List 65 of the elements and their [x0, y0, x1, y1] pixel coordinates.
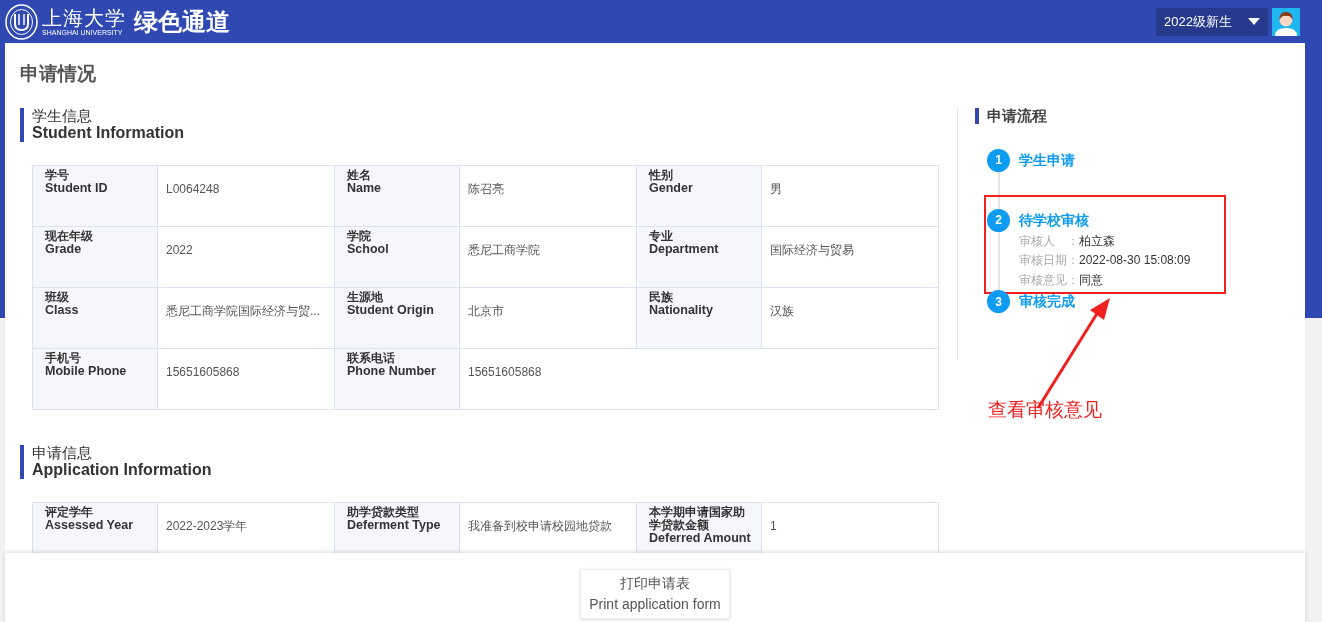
label-text: 学院	[347, 229, 372, 243]
label-text: 民族	[649, 290, 674, 304]
label-text: Deferred Amount	[649, 531, 752, 545]
label-text: 手机号	[45, 351, 82, 365]
step-number: 2	[987, 208, 1010, 232]
step-title: 审核完成	[1019, 293, 1075, 312]
label-text: Department	[649, 242, 720, 256]
label-text: 班级	[45, 290, 70, 304]
label-text: Assessed Year	[45, 518, 135, 532]
value-cell: 悉尼工商学院	[459, 226, 637, 288]
page-title: 申请情况	[20, 63, 97, 86]
label-text: Class	[45, 303, 80, 317]
app-title: 绿色通道	[134, 6, 230, 37]
label-text: 姓名	[347, 168, 372, 182]
label-text: 联系电话	[347, 351, 396, 365]
label-text: Grade	[45, 242, 82, 256]
label-text: Student Origin	[347, 303, 435, 317]
label-text: Student ID	[45, 181, 109, 195]
user-menu[interactable]: 2022级新生	[1156, 7, 1268, 36]
caret-icon	[1248, 18, 1260, 25]
label-text: Mobile Phone	[45, 364, 128, 378]
emblem-icon	[5, 3, 38, 40]
label-text: Name	[347, 181, 383, 195]
label-text: 学号	[45, 168, 70, 182]
detail-value: 2022-08-30 15:08:09	[1079, 253, 1191, 268]
detail-label: 审核日期：	[1019, 253, 1079, 268]
section-title: 学生信息	[32, 107, 93, 124]
detail-value: 同意	[1079, 272, 1103, 287]
value-cell: 陈召亮	[459, 165, 637, 227]
detail-label: 审核意见：	[1019, 272, 1079, 287]
label-text: Deferment Type	[347, 518, 442, 532]
process-title: 申请流程	[975, 107, 1257, 124]
step-number: 1	[987, 148, 1010, 172]
label-text: School	[347, 242, 390, 256]
label-text: 性别	[649, 168, 674, 182]
label-text: Nationality	[649, 303, 714, 317]
value-cell: 国际经济与贸易	[761, 226, 939, 288]
value-cell: 悉尼工商学院国际经济与贸...	[157, 287, 335, 349]
label-text: 评定学年	[45, 505, 94, 519]
label-text: 生源地	[347, 290, 384, 304]
value-cell: 男	[761, 165, 939, 227]
detail-value: 柏立森	[1079, 233, 1115, 248]
avatar-icon[interactable]	[1272, 7, 1300, 36]
label-text: 助学贷款类型	[347, 505, 420, 519]
label-text: 专业	[649, 229, 674, 243]
value-cell: 汉族	[761, 287, 939, 349]
label-text: 现在年级	[45, 229, 94, 243]
detail-label: 审核人 ：	[1019, 233, 1079, 248]
step-number: 3	[987, 290, 1010, 314]
label-text: Gender	[649, 181, 694, 195]
section-title: 申请信息	[32, 444, 93, 461]
print-button[interactable]: 打印申请表 Print application form	[580, 569, 730, 619]
step-title: 待学校审核	[1019, 211, 1090, 230]
annotation-text: 查看审核意见	[988, 397, 1102, 422]
label-text: Phone Number	[347, 364, 437, 378]
logo-text: 上海大学	[42, 6, 126, 29]
section-title: Student Information	[32, 123, 185, 142]
label-text: 本学期申请国家助学贷款金额	[649, 505, 746, 532]
value-cell: L0064248	[157, 165, 335, 227]
value-cell: 2022	[157, 226, 335, 288]
value-cell: 15651605868	[157, 348, 335, 410]
value-cell: 15651605868	[459, 348, 939, 410]
value-cell: 北京市	[459, 287, 637, 349]
section-title: Application Information	[32, 460, 213, 479]
step-title: 学生申请	[1019, 151, 1075, 170]
